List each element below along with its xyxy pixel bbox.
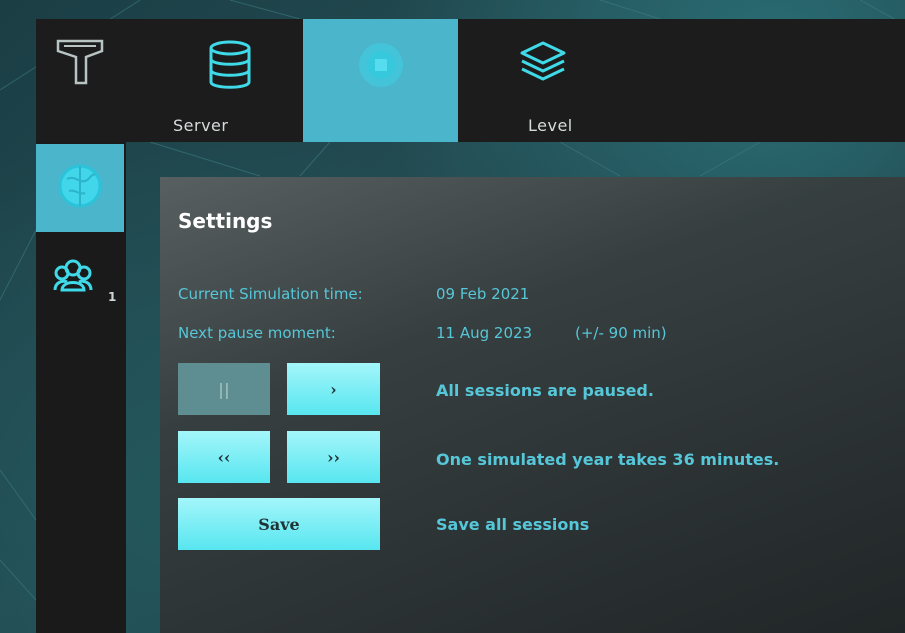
next-pause-tolerance: (+/- 90 min): [575, 324, 667, 342]
next-pause-value: 11 Aug 2023: [436, 324, 533, 342]
tab-server-label: Server: [173, 116, 229, 135]
top-navigation-bar: Server Level: [36, 19, 905, 142]
pause-button[interactable]: ||: [178, 363, 270, 415]
app-logo[interactable]: [36, 19, 124, 142]
sidebar-item-users[interactable]: [53, 258, 93, 298]
pause-status: All sessions are paused.: [436, 381, 654, 400]
next-pause-label: Next pause moment:: [178, 324, 336, 342]
current-time-value: 09 Feb 2021: [436, 285, 530, 303]
save-button[interactable]: Save: [178, 498, 380, 550]
play-button[interactable]: ›: [287, 363, 380, 415]
faster-button[interactable]: ››: [287, 431, 380, 483]
database-icon: [207, 39, 253, 95]
globe-icon: [58, 164, 102, 208]
panel-title: Settings: [178, 209, 273, 233]
sidebar-item-globe[interactable]: [36, 144, 124, 232]
slower-button[interactable]: ‹‹: [178, 431, 270, 483]
save-status: Save all sessions: [436, 515, 590, 534]
tab-level-label: Level: [528, 116, 573, 135]
tab-world[interactable]: [303, 19, 458, 142]
left-sidebar: 1: [36, 142, 126, 633]
current-time-label: Current Simulation time:: [178, 285, 363, 303]
layers-icon: [518, 39, 568, 87]
tygron-logo-icon: [56, 39, 104, 85]
users-icon: [53, 259, 93, 292]
users-count-badge: 1: [108, 290, 117, 304]
tab-level[interactable]: Level: [458, 19, 628, 142]
globe-cube-icon: [355, 39, 407, 95]
speed-status: One simulated year takes 36 minutes.: [436, 450, 780, 469]
settings-panel: Settings Current Simulation time: 09 Feb…: [160, 177, 905, 633]
tab-server[interactable]: Server: [156, 19, 304, 142]
